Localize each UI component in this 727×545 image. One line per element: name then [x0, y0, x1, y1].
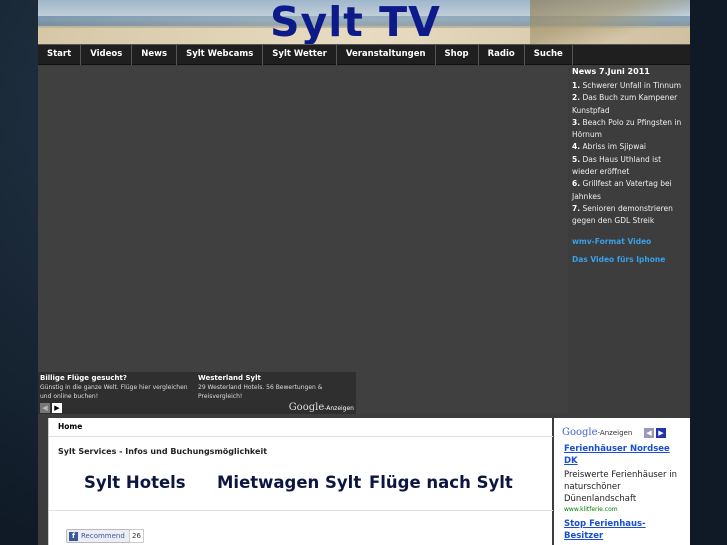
main-content: Home Sylt Services - Infos und Buchungsm…: [48, 418, 553, 545]
news-item[interactable]: 2. Das Buch zum Kampener Kunstpfad: [572, 92, 686, 117]
ad-title[interactable]: Westerland Sylt: [198, 374, 353, 382]
header-dune-image: [530, 0, 690, 44]
news-item[interactable]: 6. Grillfest an Vatertag bei Jahnkes: [572, 178, 686, 203]
site-header: Sylt TV: [38, 0, 690, 44]
news-text[interactable]: Das Haus Uthland ist wieder eröffnet: [572, 155, 661, 176]
video-player[interactable]: Billige Flüge gesucht? Günstig in die ga…: [38, 66, 568, 414]
news-number: 5.: [572, 154, 581, 164]
news-text[interactable]: Schwerer Unfall in Tinnum: [582, 81, 681, 90]
service-links: Sylt Hotels Mietwagen Sylt Flüge nach Sy…: [84, 473, 544, 492]
site-title[interactable]: Sylt TV: [270, 0, 441, 44]
nav-item-wetter[interactable]: Sylt Wetter: [263, 45, 337, 65]
news-number: 6.: [572, 179, 581, 189]
chevron-right-icon[interactable]: ▶: [52, 403, 62, 413]
chevron-left-icon[interactable]: ◀: [644, 428, 654, 438]
fluege-nach-sylt-link[interactable]: Flüge nach Sylt: [369, 473, 513, 492]
news-text[interactable]: Abriss im Sjipwai: [582, 142, 646, 151]
ad-text: Günstig in die ganze Welt. Flüge hier ve…: [40, 384, 188, 400]
right-ads-panel: Google-Anzeigen ◀ ▶ Ferienhäuser Nordsee…: [554, 418, 690, 545]
news-item[interactable]: 4. Abriss im Sjipwai: [572, 141, 686, 153]
ad-text: Preiswerte Ferienhäuser in naturschöner …: [564, 470, 677, 504]
wmv-video-link[interactable]: wmv-Format Video: [572, 237, 686, 246]
mietwagen-sylt-link[interactable]: Mietwagen Sylt: [217, 473, 369, 492]
news-text[interactable]: Senioren demonstrieren gegen den GDL Str…: [572, 204, 673, 225]
page-container: Sylt TV Start Videos News Sylt Webcams S…: [38, 0, 690, 545]
news-number: 3.: [572, 117, 581, 127]
google-ads-label[interactable]: Google-Anzeigen: [289, 402, 354, 413]
recommend-label: Recommend: [81, 532, 125, 540]
nav-item-webcams[interactable]: Sylt Webcams: [177, 45, 264, 65]
google-logo: Google: [562, 427, 598, 438]
video-ad-1[interactable]: Billige Flüge gesucht? Günstig in die ga…: [40, 374, 195, 401]
news-number: 7.: [572, 203, 581, 213]
nav-item-radio[interactable]: Radio: [479, 45, 525, 65]
news-text[interactable]: Grillfest an Vatertag bei Jahnkes: [572, 179, 672, 200]
divider: [49, 436, 553, 437]
ad-url[interactable]: www.klitferie.com: [564, 506, 618, 513]
news-number: 1.: [572, 81, 581, 90]
news-sidebar: News 7.Juni 2011 1. Schwerer Unfall in T…: [568, 66, 690, 414]
nav-item-videos[interactable]: Videos: [81, 45, 133, 65]
video-ad-2[interactable]: Westerland Sylt 29 Westerland Hotels. 56…: [198, 374, 353, 401]
news-text[interactable]: Beach Polo zu Pfingsten in Hörnum: [572, 118, 681, 139]
news-item[interactable]: 3. Beach Polo zu Pfingsten in Hörnum: [572, 117, 686, 142]
facebook-icon: f: [69, 531, 78, 541]
divider: [49, 510, 553, 511]
chevron-left-icon[interactable]: ◀: [40, 403, 50, 413]
news-item[interactable]: 1. Schwerer Unfall in Tinnum: [572, 80, 686, 92]
sylt-hotels-link[interactable]: Sylt Hotels: [84, 473, 217, 492]
news-item[interactable]: 5. Das Haus Uthland ist wieder eröffnet: [572, 154, 686, 179]
facebook-recommend-button[interactable]: f Recommend: [66, 529, 130, 543]
news-title: News 7.Juni 2011: [572, 67, 650, 76]
google-ads-label[interactable]: Google-Anzeigen: [562, 427, 632, 438]
ad-title[interactable]: Billige Flüge gesucht?: [40, 374, 195, 382]
ad-title[interactable]: Ferienhäuser Nordsee DK: [564, 443, 679, 467]
anzeigen-label: -Anzeigen: [324, 405, 354, 412]
video-ad-strip: Billige Flüge gesucht? Günstig in die ga…: [38, 372, 356, 414]
ad-text: 29 Westerland Hotels. 56 Bewertungen & P…: [198, 384, 323, 400]
nav-item-start[interactable]: Start: [38, 45, 82, 65]
news-text[interactable]: Das Buch zum Kampener Kunstpfad: [572, 93, 677, 114]
news-item[interactable]: 7. Senioren demonstrieren gegen den GDL …: [572, 203, 686, 228]
iphone-video-link[interactable]: Das Video fürs Iphone: [572, 255, 686, 264]
nav-item-news[interactable]: News: [132, 45, 178, 65]
nav-item-shop[interactable]: Shop: [436, 45, 479, 65]
google-logo: Google: [288, 402, 325, 413]
anzeigen-label: -Anzeigen: [597, 429, 633, 437]
ad-title[interactable]: Stop Ferienhaus-Besitzer: [564, 518, 679, 542]
main-navigation: Start Videos News Sylt Webcams Sylt Wett…: [38, 44, 690, 65]
news-list: 1. Schwerer Unfall in Tinnum 2. Das Buch…: [572, 80, 686, 228]
services-title: Sylt Services - Infos und Buchungsmöglic…: [58, 447, 268, 456]
chevron-right-icon[interactable]: ▶: [656, 428, 666, 438]
nav-item-veranstaltungen[interactable]: Veranstaltungen: [337, 45, 436, 65]
news-number: 4.: [572, 142, 581, 152]
breadcrumb[interactable]: Home: [58, 422, 82, 431]
news-number: 2.: [572, 93, 581, 103]
nav-item-suche[interactable]: Suche: [525, 45, 573, 65]
recommend-count: 26: [129, 529, 144, 543]
